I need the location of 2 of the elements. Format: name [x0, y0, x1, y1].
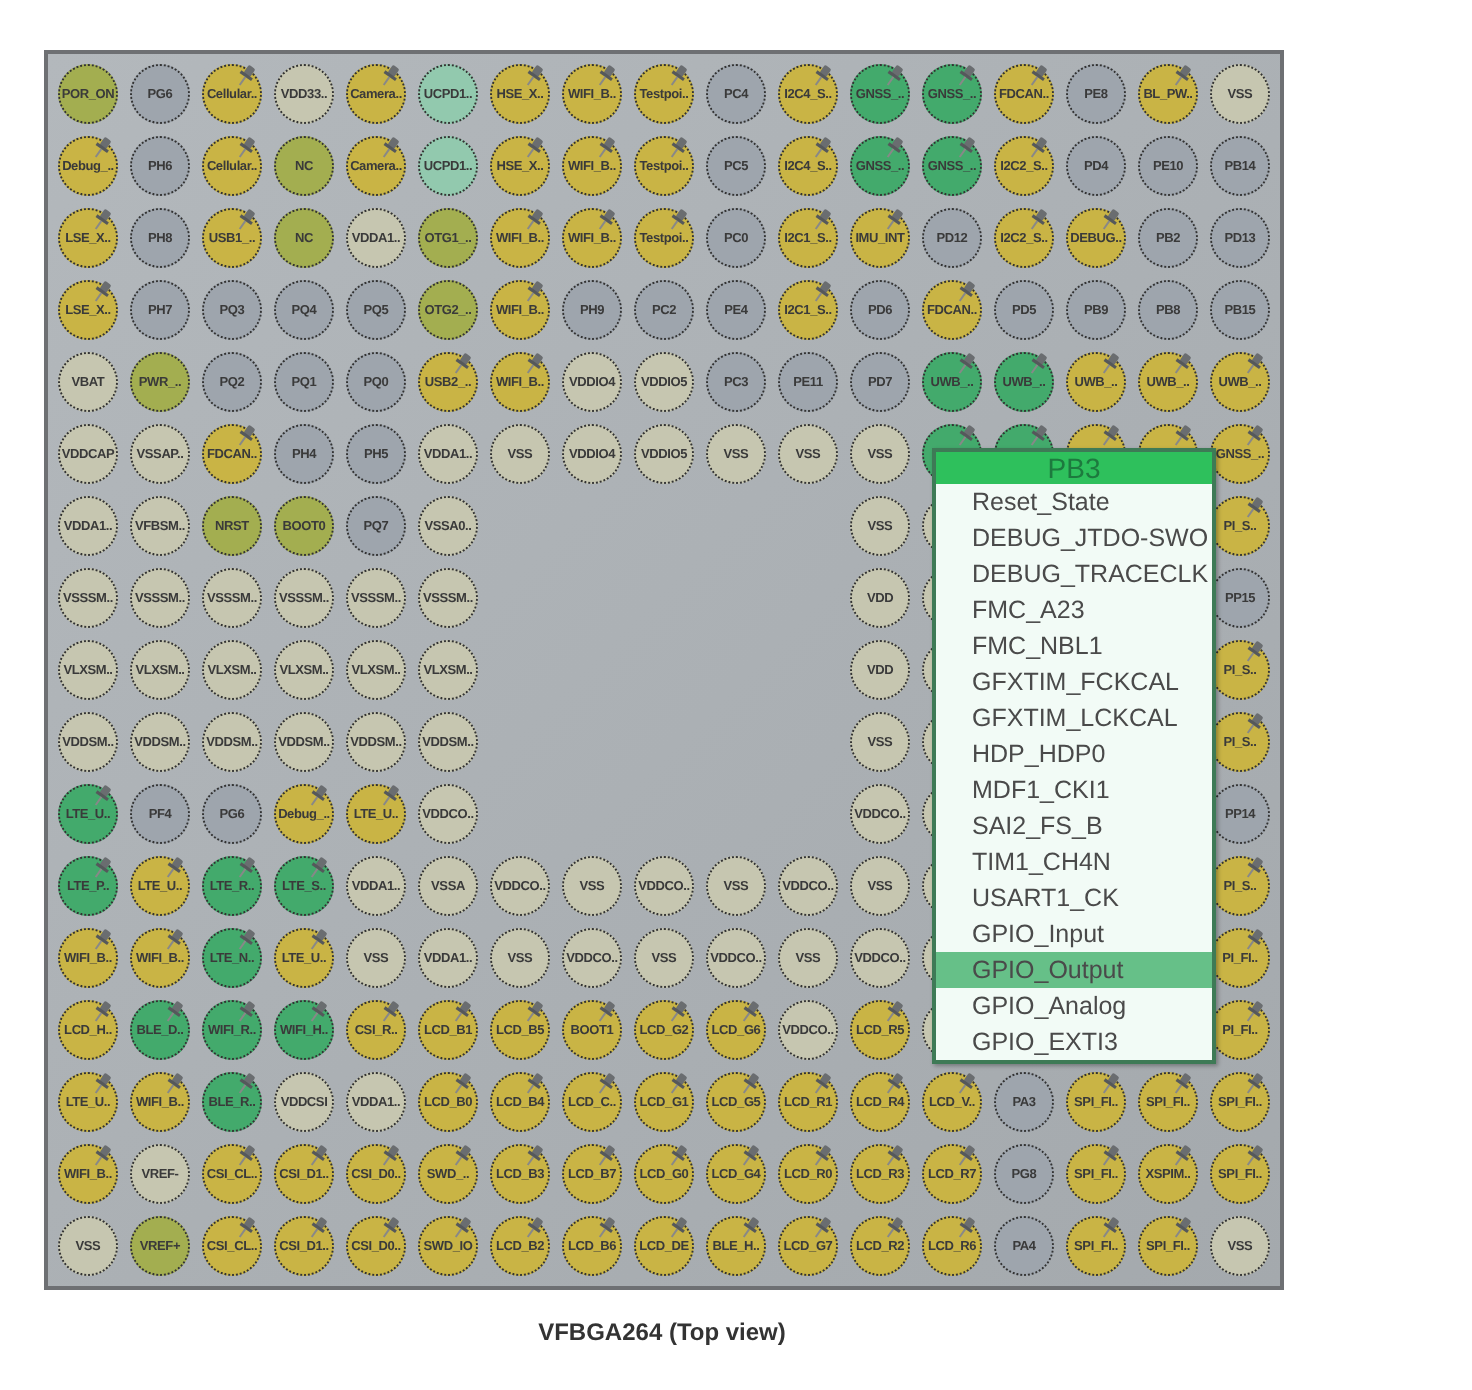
menu-title: PB3 — [936, 452, 1212, 484]
package-caption: VFBGA264 (Top view) — [536, 1318, 788, 1346]
